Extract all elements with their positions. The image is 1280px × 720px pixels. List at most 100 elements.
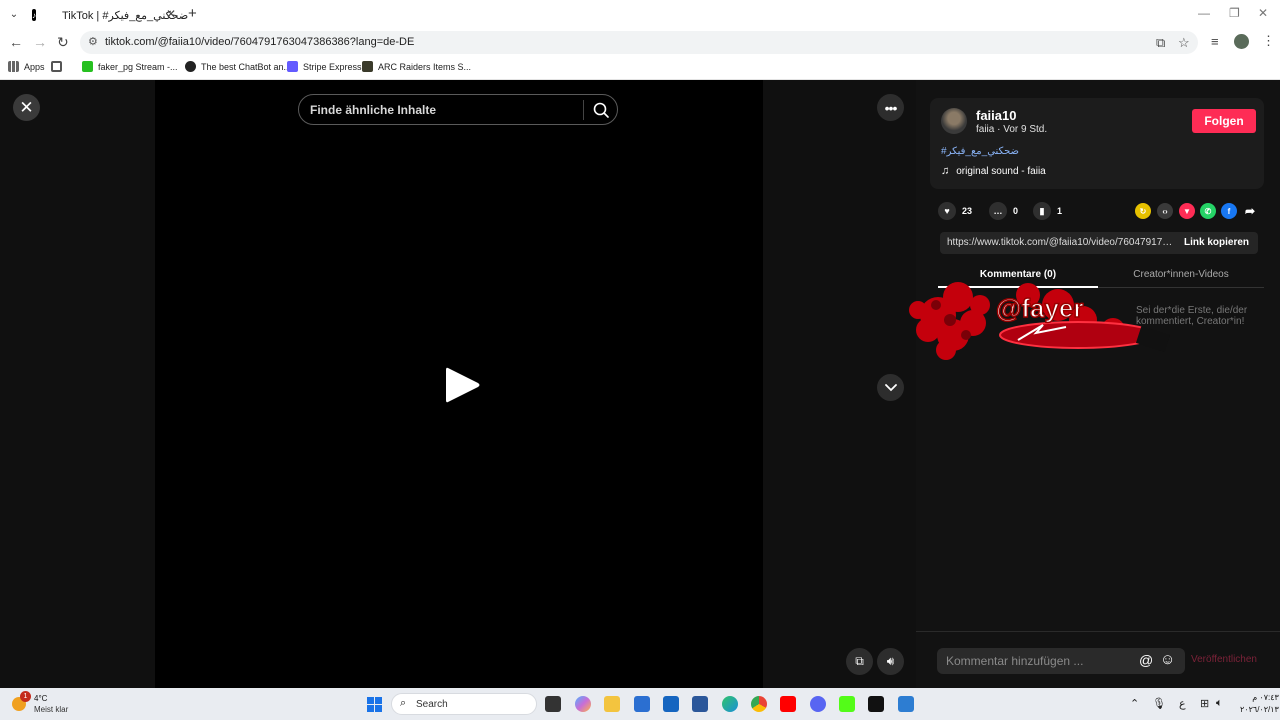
tiktok-app-icon[interactable] [868, 696, 884, 712]
embed-icon[interactable]: ‹› [1157, 203, 1173, 219]
bookmark-label: Stripe Express [303, 61, 362, 72]
copy-link-button[interactable]: Link kopieren [1184, 237, 1249, 248]
copilot-icon[interactable] [575, 696, 591, 712]
comment-placeholder: Kommentar hinzufügen ... [946, 654, 1084, 668]
similar-search-input[interactable]: Finde ähnliche Inhalte [298, 94, 618, 125]
task-view-icon[interactable] [545, 696, 561, 712]
tiktok-favicon-icon: ♪ [32, 9, 36, 21]
browser-menu-icon[interactable]: ⋮ [1262, 33, 1275, 49]
creator-avatar[interactable] [941, 108, 967, 134]
bookmark-faker-stream[interactable]: faker_pg Stream -... [82, 61, 178, 72]
fayer-sticker-overlay: @fayer [909, 282, 1171, 360]
next-video-button[interactable] [877, 374, 904, 401]
clock[interactable]: ٠٧:٤٣ م ٢٠٢٦/٠٢/١٣ [1240, 692, 1279, 716]
search-divider [583, 100, 584, 120]
more-options-icon[interactable]: ••• [877, 94, 904, 121]
kick-icon [82, 61, 93, 72]
forward-icon[interactable]: → [33, 34, 47, 50]
speaker-icon[interactable]: 🔈︎ [1216, 697, 1223, 710]
close-video-button[interactable]: ✕ [13, 94, 40, 121]
network-icon[interactable]: ⊞ [1200, 697, 1209, 710]
bookmark-label: ARC Raiders Items S... [378, 61, 472, 72]
save-count: 1 [1057, 206, 1063, 216]
play-icon[interactable] [442, 364, 482, 406]
music-note-icon: ♫ [941, 165, 950, 177]
tab-strip: ⌄ ♪ TikTok | #ضحكني_مع_فيكر ✕ + — ❐ ✕ [0, 0, 1280, 28]
store-icon[interactable] [634, 696, 650, 712]
chrome-icon[interactable] [751, 696, 767, 712]
creator-username[interactable]: faiia10 [976, 108, 1016, 123]
active-app-icon[interactable] [898, 696, 914, 712]
new-tab-icon[interactable]: + [188, 5, 197, 22]
share-link-url[interactable]: https://www.tiktok.com/@faiia10/video/76… [947, 237, 1173, 248]
sound-link[interactable]: ♫ original sound - faiia [941, 165, 1046, 177]
repost-icon[interactable]: ↻ [1135, 203, 1151, 219]
creator-subtitle: faiia · Vor 9 Std. [976, 124, 1048, 135]
mention-icon[interactable]: @ [1139, 652, 1153, 668]
window-close-icon[interactable]: ✕ [1258, 6, 1268, 20]
comment-input[interactable]: Kommentar hinzufügen ... @ ☺ [937, 648, 1185, 674]
bookmark-arc-raiders[interactable]: ARC Raiders Items S... [362, 61, 471, 72]
clock-date: ٢٠٢٦/٠٢/١٣ [1240, 705, 1279, 714]
site-settings-icon[interactable]: ⚙ [88, 35, 98, 48]
floating-player-icon[interactable]: ⧉ [846, 648, 873, 675]
bookmark-star-icon[interactable]: ☆ [1178, 35, 1190, 51]
volume-icon[interactable]: 🔊︎ [877, 648, 904, 675]
bookmark-stripe[interactable]: Stripe Express [287, 61, 362, 72]
weather-temp[interactable]: 4°C [34, 694, 47, 703]
send-to-friends-icon[interactable]: ▼ [1179, 203, 1195, 219]
tiktok-page: ✕ Finde ähnliche Inhalte ••• ⧉ 🔊︎ faiia1… [0, 80, 1280, 688]
file-explorer-icon[interactable] [604, 696, 620, 712]
bookmark-label: Apps [24, 61, 45, 72]
save-button[interactable]: ▮ 1 [1033, 202, 1062, 220]
whatsapp-icon[interactable]: ✆ [1200, 203, 1216, 219]
edge-icon[interactable] [722, 696, 738, 712]
windows-start-icon[interactable] [367, 697, 382, 712]
taskbar: 1 4°C Meist klar ⌕ Search ⌃ 🎙︎ ع ⊞ 🔈︎ ٠٧… [0, 688, 1280, 720]
follow-button[interactable]: Folgen [1192, 109, 1256, 133]
bookmark-label: faker_pg Stream -... [98, 61, 178, 72]
bookmarks-bar: Apps faker_pg Stream -... The best ChatB… [0, 56, 1280, 80]
hashtag-link[interactable]: #ضحكني_مع_فيكر [941, 146, 1019, 157]
like-button[interactable]: ♥ 23 [938, 202, 972, 220]
minimize-icon[interactable]: — [1198, 6, 1210, 20]
weather-badge: 1 [20, 691, 31, 702]
reload-icon[interactable]: ↻ [57, 34, 69, 51]
tab-search-chevron-icon[interactable]: ⌄ [4, 4, 24, 24]
youtube-icon[interactable] [780, 696, 796, 712]
search-icon[interactable] [592, 101, 610, 119]
install-app-icon[interactable]: ⧉ [1156, 35, 1165, 51]
url-text[interactable]: tiktok.com/@faiia10/video/76047917630473… [105, 36, 414, 48]
back-icon[interactable]: ← [9, 34, 23, 50]
kick-app-icon[interactable] [839, 696, 855, 712]
share-arrow-icon[interactable]: ➦ [1242, 203, 1258, 219]
bookmark-tab-groups[interactable] [51, 61, 67, 72]
outlook-icon[interactable] [663, 696, 679, 712]
publish-button[interactable]: Veröffentlichen [1191, 654, 1257, 665]
discord-icon[interactable] [810, 696, 826, 712]
omnibox[interactable]: ⚙ tiktok.com/@faiia10/video/760479176304… [80, 31, 1198, 54]
openai-icon [185, 61, 196, 72]
share-link-box: https://www.tiktok.com/@faiia10/video/76… [940, 232, 1258, 254]
tray-chevron-icon[interactable]: ⌃ [1130, 697, 1139, 710]
word-icon[interactable] [692, 696, 708, 712]
language-indicator[interactable]: ع [1179, 697, 1186, 710]
tab-close-icon[interactable]: ✕ [166, 7, 176, 21]
browser-tab[interactable]: ♪ TikTok | #ضحكني_مع_فيكر ✕ [24, 2, 188, 28]
facebook-icon[interactable]: f [1221, 203, 1237, 219]
weather-desc[interactable]: Meist klar [34, 705, 68, 714]
search-icon: ⌕ [400, 697, 407, 709]
profile-avatar[interactable] [1234, 34, 1249, 49]
action-row: ♥ 23 … 0 ▮ 1 ↻ ‹› ▼ ✆ f ➦ [938, 202, 1268, 222]
bookmark-apps[interactable]: Apps [8, 61, 45, 72]
comment-button[interactable]: … 0 [989, 202, 1018, 220]
reading-list-icon[interactable]: ≡ [1211, 34, 1219, 49]
microphone-icon[interactable]: 🎙︎ [1152, 697, 1166, 710]
search-placeholder: Finde ähnliche Inhalte [310, 103, 437, 117]
bookmark-chatbot[interactable]: The best ChatBot an... [185, 61, 291, 72]
emoji-icon[interactable]: ☺ [1160, 651, 1175, 668]
address-toolbar: ← → ↻ ⚙ tiktok.com/@faiia10/video/760479… [0, 28, 1280, 56]
arc-raiders-icon [362, 61, 373, 72]
restore-icon[interactable]: ❐ [1229, 6, 1240, 20]
taskbar-search[interactable]: ⌕ Search [391, 693, 537, 715]
